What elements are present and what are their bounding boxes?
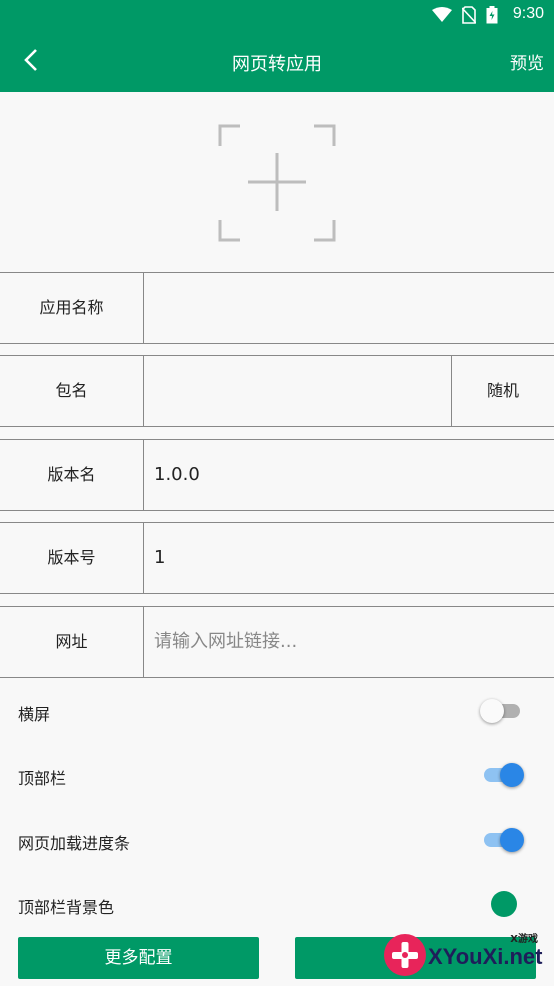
gamepad-logo-icon bbox=[384, 934, 426, 976]
top-bar-setting: 顶部栏 bbox=[0, 745, 554, 805]
landscape-setting: 横屏 bbox=[0, 681, 554, 741]
landscape-label: 横屏 bbox=[18, 705, 51, 724]
random-package-button[interactable]: 随机 bbox=[451, 356, 554, 426]
no-sim-icon bbox=[462, 6, 476, 24]
app-bar: 网页转应用 预览 bbox=[0, 30, 554, 92]
version-code-row: 版本号 1 bbox=[0, 522, 554, 594]
progress-bar-setting: 网页加载进度条 bbox=[0, 810, 554, 870]
watermark-logo: X游戏 XYouXi.net bbox=[378, 924, 550, 982]
package-row: 包名 随机 bbox=[0, 355, 554, 427]
top-bar-color-label: 顶部栏背景色 bbox=[18, 898, 115, 917]
wifi-icon bbox=[432, 7, 452, 22]
package-input[interactable] bbox=[154, 356, 450, 426]
top-bar-color-swatch[interactable] bbox=[491, 891, 517, 917]
page-title: 网页转应用 bbox=[232, 54, 322, 75]
watermark-text: XYouXi.net bbox=[428, 944, 543, 969]
landscape-switch[interactable] bbox=[480, 699, 524, 723]
watermark-small-text: X游戏 bbox=[510, 934, 538, 945]
preview-button[interactable]: 预览 bbox=[510, 49, 544, 74]
top-bar-switch[interactable] bbox=[480, 763, 524, 787]
progress-bar-label: 网页加载进度条 bbox=[18, 834, 131, 853]
version-name-row: 版本名 1.0.0 bbox=[0, 439, 554, 511]
package-label: 包名 bbox=[0, 356, 144, 426]
url-input[interactable]: 请输入网址链接... bbox=[154, 607, 297, 677]
status-icons bbox=[432, 6, 498, 24]
url-row: 网址 请输入网址链接... bbox=[0, 606, 554, 678]
status-bar: 9:30 bbox=[0, 0, 554, 30]
app-name-label: 应用名称 bbox=[0, 273, 144, 343]
battery-icon bbox=[486, 6, 498, 24]
top-bar-label: 顶部栏 bbox=[18, 769, 67, 788]
version-name-input[interactable]: 1.0.0 bbox=[154, 440, 200, 510]
progress-bar-switch[interactable] bbox=[480, 828, 524, 852]
url-label: 网址 bbox=[0, 607, 144, 677]
more-config-button[interactable]: 更多配置 bbox=[18, 937, 259, 979]
app-name-input[interactable] bbox=[154, 273, 554, 343]
status-time: 9:30 bbox=[512, 5, 544, 22]
add-icon-picker[interactable] bbox=[218, 124, 336, 242]
version-code-input[interactable]: 1 bbox=[154, 523, 165, 593]
version-code-label: 版本号 bbox=[0, 523, 144, 593]
app-name-row: 应用名称 bbox=[0, 272, 554, 344]
version-name-label: 版本名 bbox=[0, 440, 144, 510]
